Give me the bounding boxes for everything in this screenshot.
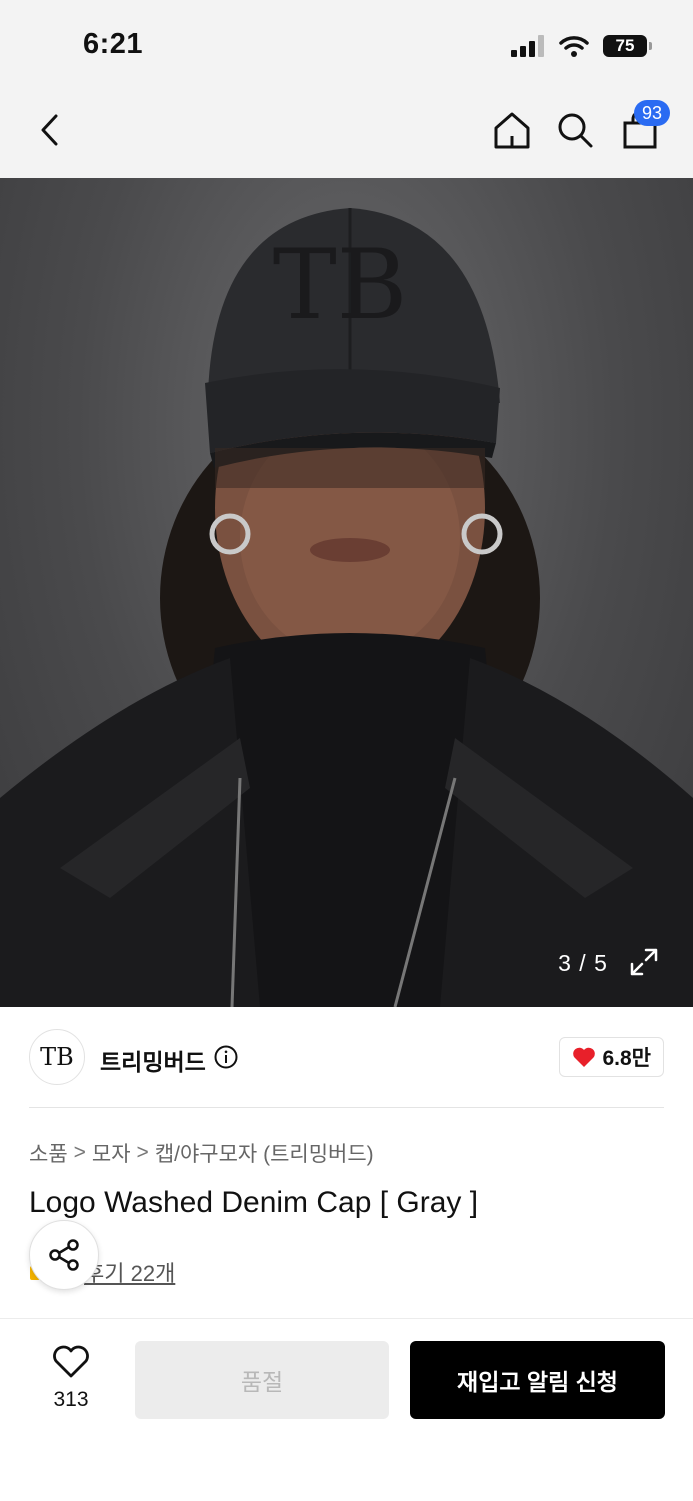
heart-filled-icon [573, 1047, 596, 1067]
status-time: 6:21 [83, 28, 144, 60]
sold-out-button: 품절 [135, 1341, 389, 1419]
brand-row[interactable]: TB 트리밍버드 6.8만 [0, 1007, 693, 1107]
home-icon [494, 112, 530, 149]
brand-logo[interactable]: TB [29, 1029, 85, 1085]
signal-icon [511, 35, 544, 57]
cart-button[interactable]: 93 [616, 100, 670, 154]
image-counter: 3 / 5 [558, 949, 608, 976]
brand-like-count: 6.8만 [602, 1047, 651, 1070]
brand-name[interactable]: 트리밍버드 [100, 1043, 206, 1077]
home-button[interactable] [488, 106, 536, 154]
wifi-icon [559, 36, 589, 57]
breadcrumb-separator: > [136, 1141, 149, 1164]
chevron-left-icon [41, 114, 58, 146]
breadcrumb-separator: > [73, 1141, 86, 1164]
status-icons: 75 [511, 32, 652, 60]
restock-alert-button[interactable]: 재입고 알림 신청 [410, 1341, 665, 1419]
search-button[interactable] [551, 106, 599, 154]
expand-image-button[interactable] [622, 940, 666, 984]
svg-text:TB: TB [273, 229, 408, 341]
battery-icon: 75 [603, 35, 652, 57]
status-bar: 6:21 75 [0, 0, 693, 92]
breadcrumb-caps[interactable]: 캡/야구모자 (트리밍버드) [155, 1138, 374, 1168]
share-button[interactable] [29, 1220, 99, 1290]
cart-count-badge: 93 [634, 100, 670, 126]
divider [29, 1107, 664, 1108]
back-button[interactable] [26, 106, 74, 154]
wishlist-count: 313 [53, 1388, 89, 1411]
bottom-purchase-bar: 313 품절 재입고 알림 신청 [0, 1318, 693, 1501]
share-icon [49, 1239, 79, 1271]
heart-outline-icon [53, 1345, 89, 1378]
expand-icon [630, 948, 658, 976]
top-nav: 93 [0, 92, 693, 178]
wishlist-button[interactable]: 313 [40, 1345, 102, 1412]
brand-like-button[interactable]: 6.8만 [559, 1037, 664, 1077]
breadcrumb: 소품 > 모자 > 캡/야구모자 (트리밍버드) [29, 1138, 374, 1168]
breadcrumb-hats[interactable]: 모자 [92, 1138, 131, 1168]
product-title: Logo Washed Denim Cap [ Gray ] [29, 1186, 479, 1219]
product-image[interactable]: TB [0, 178, 693, 1007]
info-icon[interactable] [214, 1045, 238, 1069]
breadcrumb-accessories[interactable]: 소품 [29, 1138, 68, 1168]
search-icon [558, 113, 593, 148]
model-photo: TB [0, 208, 693, 1007]
battery-level: 75 [615, 36, 635, 55]
